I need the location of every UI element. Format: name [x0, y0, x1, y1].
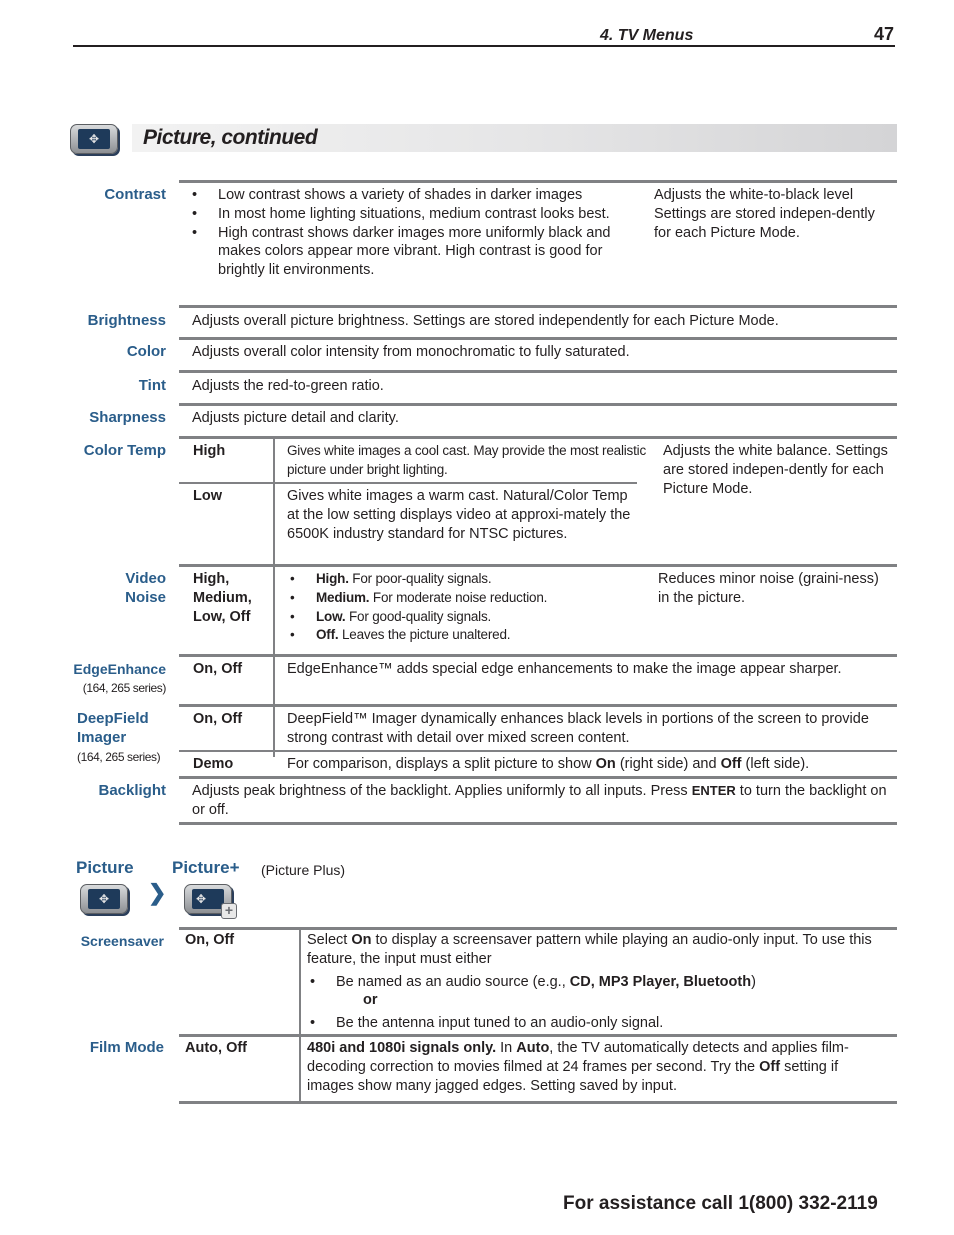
divider: [179, 704, 897, 707]
row-label-edge-enhance: EdgeEnhance (164, 265 series): [60, 660, 166, 698]
screensaver-text: Select On to display a screensaver patte…: [307, 931, 887, 1033]
divider: [179, 403, 897, 406]
page-number: 47: [874, 24, 895, 44]
row-label-sharpness: Sharpness: [89, 409, 166, 426]
row-label-screensaver: Screensaver: [80, 933, 164, 949]
row-label-brightness: Brightness: [87, 312, 166, 329]
row-label-tint: Tint: [138, 377, 166, 394]
chevron-right-icon: ❯: [148, 880, 167, 905]
list-item: High. For poor-quality signals.: [287, 570, 647, 589]
divider: [179, 370, 897, 373]
screensaver-intro: Select On to display a screensaver patte…: [307, 932, 872, 967]
list-item: Off. Leaves the picture unaltered.: [287, 626, 647, 645]
list-item: In most home lighting situations, medium…: [189, 205, 634, 224]
list-item: Medium. For moderate noise reduction.: [287, 589, 647, 608]
option-high: High: [193, 443, 226, 459]
chapter-title: 4. TV Menus: [600, 27, 694, 44]
label-line: Noise: [125, 588, 166, 606]
option-low: Low: [193, 488, 222, 504]
section-title: Picture, continued: [143, 126, 318, 149]
divider: [179, 822, 897, 825]
option-low-desc: Gives white images a warm cast. Natural/…: [287, 488, 631, 542]
screensaver-options: On, Off: [185, 932, 235, 948]
header-rule: [73, 45, 895, 47]
color-text: Adjusts overall color intensity from mon…: [192, 344, 630, 360]
divider: [179, 750, 897, 752]
assistance-footer: For assistance call 1(800) 332-2119: [563, 1193, 878, 1214]
tint-text: Adjusts the red-to-green ratio.: [192, 378, 384, 394]
picture-menu-icon: ✥: [70, 124, 118, 154]
video-noise-options: High, Medium, Low, Off: [193, 571, 252, 625]
column-divider: [273, 567, 275, 757]
option-high-desc: Gives white images a cool cast. May prov…: [287, 443, 646, 477]
row-label-deepfield: DeepField Imager (164, 265 series): [77, 710, 177, 766]
list-item: Be the antenna input tuned to an audio-o…: [307, 1014, 887, 1033]
plus-icon: +: [221, 903, 237, 919]
contrast-note: Adjusts the white-to-black level Setting…: [654, 187, 875, 241]
or-text: or: [363, 992, 378, 1009]
series-note: (164, 265 series): [77, 749, 161, 764]
label-line: Video: [125, 570, 166, 587]
divider: [179, 482, 637, 484]
divider: [179, 305, 897, 308]
divider: [179, 180, 897, 183]
path-picture: Picture: [76, 858, 134, 877]
video-noise-note: Reduces minor noise (graini-ness) in the…: [658, 571, 879, 606]
film-mode-options: Auto, Off: [185, 1040, 248, 1056]
contrast-bullets: Low contrast shows a variety of shades i…: [189, 186, 634, 280]
column-divider: [299, 930, 301, 1104]
edge-enhance-text: EdgeEnhance™ adds special edge enhanceme…: [287, 661, 842, 677]
sharpness-text: Adjusts picture detail and clarity.: [192, 410, 399, 426]
row-label-contrast: Contrast: [104, 186, 166, 203]
row-label-video-noise: Video Noise: [60, 570, 166, 608]
divider: [179, 654, 897, 657]
column-divider: [273, 438, 275, 565]
label-line: EdgeEnhance: [73, 661, 166, 677]
video-noise-bullets: High. For poor-quality signals. Medium. …: [287, 570, 647, 645]
edge-enhance-options: On, Off: [193, 661, 243, 677]
divider: [179, 564, 897, 567]
film-mode-text: 480i and 1080i signals only. In Auto, th…: [307, 1040, 849, 1094]
divider: [179, 1101, 897, 1104]
list-item: Be named as an audio source (e.g., CD, M…: [307, 973, 887, 992]
list-item: Low contrast shows a variety of shades i…: [189, 186, 634, 205]
path-note: (Picture Plus): [261, 862, 346, 878]
row-label-film-mode: Film Mode: [89, 1039, 164, 1056]
color-temp-note: Adjusts the white balance. Settings are …: [663, 443, 888, 497]
picture-menu-icon: ✥: [80, 884, 128, 914]
path-picture-plus: Picture+: [172, 858, 240, 877]
divider: [179, 337, 897, 340]
option-demo: Demo: [193, 756, 234, 772]
divider: [179, 436, 897, 439]
backlight-text: Adjusts peak brightness of the backlight…: [192, 783, 887, 818]
screensaver-bullets: Be named as an audio source (e.g., CD, M…: [307, 973, 887, 1033]
series-note: (164, 265 series): [82, 680, 167, 695]
picture-plus-menu-icon: ✥ +: [184, 884, 237, 919]
divider: [179, 927, 897, 930]
deepfield-options: On, Off: [193, 711, 243, 727]
list-item: High contrast shows darker images more u…: [189, 224, 634, 280]
divider: [179, 1034, 897, 1037]
demo-text: For comparison, displays a split picture…: [287, 756, 810, 772]
row-label-color: Color: [126, 343, 166, 360]
label-line: DeepField: [77, 710, 149, 727]
list-item: Low. For good-quality signals.: [287, 608, 647, 627]
divider: [179, 776, 897, 779]
deepfield-text: DeepField™ Imager dynamically enhances b…: [287, 711, 869, 746]
row-label-backlight: Backlight: [98, 782, 166, 799]
label-line: Imager: [77, 728, 127, 746]
row-label-color-temp: Color Temp: [83, 442, 166, 459]
brightness-text: Adjusts overall picture brightness. Sett…: [192, 313, 779, 329]
